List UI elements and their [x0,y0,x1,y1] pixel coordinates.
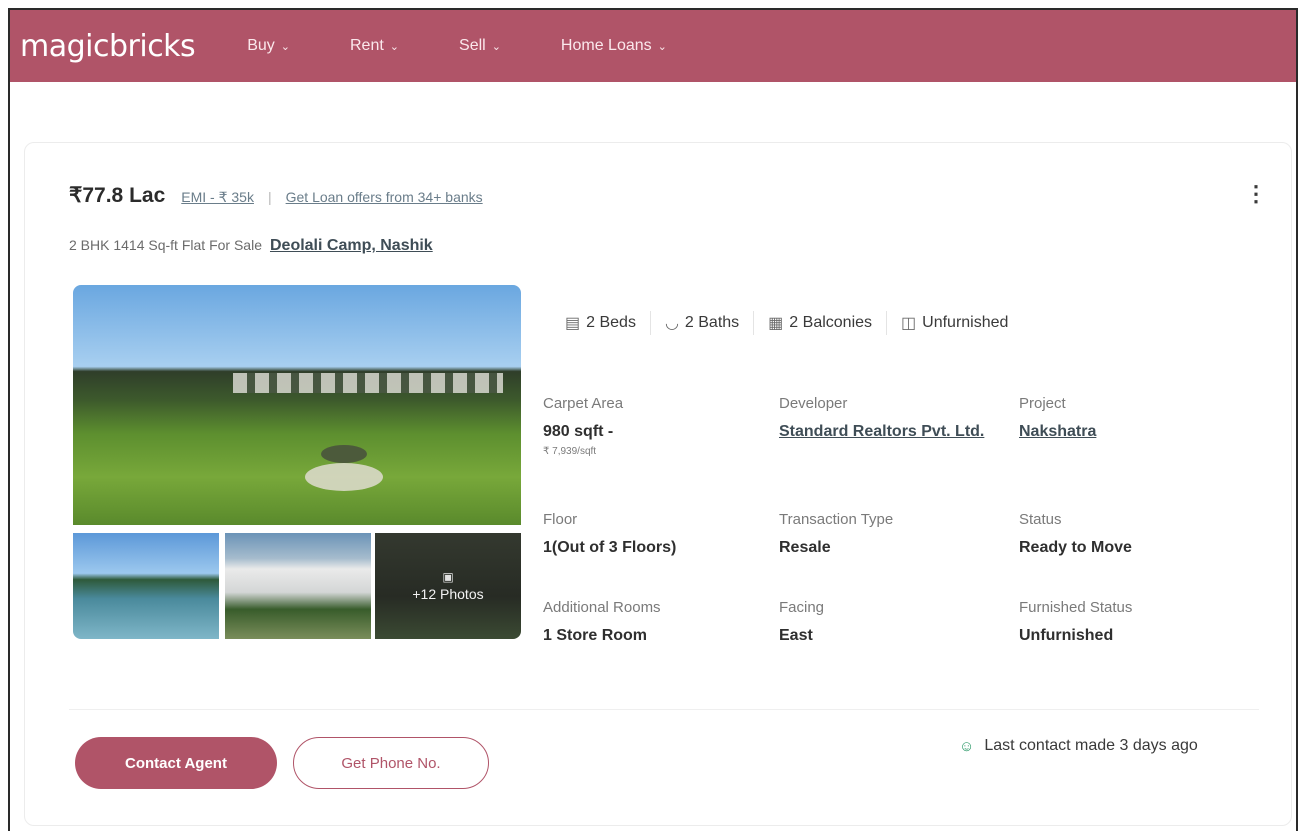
thumbnail-photo[interactable] [225,533,371,639]
amenity-divider [886,311,888,335]
price-per-sqft: ₹ 7,939/sqft [543,446,597,457]
locality-link[interactable]: Deolali Camp, Nashik [270,237,433,255]
detail-carpet-area: Carpet Area 980 sqft - ₹ 7,939/sqft [543,395,773,457]
detail-status: Status Ready to Move [1019,511,1249,560]
chevron-down-icon: ⌄ [389,40,400,53]
bed-icon: ▤ [565,315,581,332]
photo-buildings [233,373,503,393]
detail-facing: Facing East [779,599,1009,648]
developer-link[interactable]: Standard Realtors Pvt. Ltd. [779,420,999,444]
app-frame: magicbricks Buy ⌄ Rent ⌄ Sell ⌄ Home Loa… [8,8,1298,831]
detail-project: Project Nakshatra [1019,395,1249,444]
detail-developer: Developer Standard Realtors Pvt. Ltd. [779,395,1009,444]
detail-label: Floor [543,511,578,528]
detail-label: Facing [779,599,825,616]
user-icon: ☺ [959,737,975,755]
amenity-beds-label: 2 Beds [586,314,636,331]
card-divider [69,709,1259,710]
more-photos-thumbnail[interactable]: ▣ +12 Photos [375,533,521,639]
amenity-baths-label: 2 Baths [684,314,740,331]
photo-garden [305,463,383,491]
detail-label: Developer [779,395,848,412]
project-link[interactable]: Nakshatra [1019,420,1249,444]
magicbricks-logo[interactable]: magicbricks [20,29,196,64]
detail-value: 1(Out of 3 Floors) [543,539,677,556]
thumbnail-photo[interactable] [73,533,219,639]
last-contact-text: Last contact made 3 days ago [984,737,1198,754]
detail-value: Ready to Move [1019,539,1132,556]
amenities-row: ▤ 2 Beds ◡ 2 Baths ▦ 2 Balconies ◫ Unfur… [565,311,1008,335]
detail-label: Status [1019,511,1062,528]
detail-value: East [779,627,813,644]
chevron-down-icon: ⌄ [491,40,501,53]
detail-value: 980 sqft - [543,423,614,440]
detail-value: Resale [779,539,831,556]
amenity-baths: ◡ 2 Baths [665,313,739,333]
detail-label: Carpet Area [543,395,624,412]
loan-offers-link[interactable]: Get Loan offers from 34+ banks [286,189,483,205]
nav-sell-label: Sell [459,37,486,54]
photo-pond [321,445,367,463]
main-nav: Buy ⌄ Rent ⌄ Sell ⌄ Home Loans ⌄ [247,37,727,55]
get-phone-button[interactable]: Get Phone No. [293,737,489,789]
price-row: ₹77.8 Lac EMI - ₹ 35k | Get Loan offers … [69,183,483,208]
detail-additional-rooms: Additional Rooms 1 Store Room [543,599,773,648]
photo-icon: ▣ [442,570,454,584]
detail-furnished-status: Furnished Status Unfurnished [1019,599,1249,648]
detail-value: 1 Store Room [543,627,648,644]
top-navigation-bar: magicbricks Buy ⌄ Rent ⌄ Sell ⌄ Home Loa… [10,10,1296,82]
amenity-beds: ▤ 2 Beds [565,313,636,333]
property-title-row: 2 BHK 1414 Sq-ft Flat For Sale Deolali C… [69,237,433,255]
more-options-icon[interactable]: ⋮ [1245,183,1267,205]
contact-agent-button[interactable]: Contact Agent [75,737,277,789]
detail-label: Transaction Type [779,511,894,528]
chevron-down-icon: ⌄ [280,40,290,53]
chevron-down-icon: ⌄ [657,40,667,53]
amenity-furnishing-label: Unfurnished [922,314,1009,331]
price-separator: | [267,189,272,205]
nav-rent-label: Rent [350,37,384,54]
amenity-divider [753,311,755,335]
last-contact-info: ☺ Last contact made 3 days ago [959,737,1198,755]
detail-label: Project [1019,395,1066,412]
amenity-divider [649,311,651,335]
detail-label: Additional Rooms [543,599,661,616]
balcony-icon: ▦ [768,315,784,332]
bath-icon: ◡ [664,315,679,332]
nav-home-loans-label: Home Loans [560,37,652,54]
detail-transaction-type: Transaction Type Resale [779,511,1009,560]
amenity-balconies-label: 2 Balconies [789,314,873,331]
photo-gallery: ▣ +12 Photos [73,285,523,641]
amenity-furnishing: ◫ Unfurnished [901,313,1008,333]
furniture-icon: ◫ [901,315,917,332]
more-photos-count: +12 Photos [412,586,484,602]
amenity-balconies: ▦ 2 Balconies [768,313,872,333]
nav-buy-label: Buy [247,37,275,54]
nav-sell[interactable]: Sell ⌄ [459,37,501,55]
nav-buy[interactable]: Buy ⌄ [247,37,290,55]
nav-home-loans[interactable]: Home Loans ⌄ [561,37,667,55]
detail-floor: Floor 1(Out of 3 Floors) [543,511,773,560]
property-card: ₹77.8 Lac EMI - ₹ 35k | Get Loan offers … [24,142,1292,826]
emi-link[interactable]: EMI - ₹ 35k [181,189,254,206]
main-property-photo[interactable] [73,285,521,525]
property-price: ₹77.8 Lac [69,184,166,207]
detail-value: Unfurnished [1019,627,1114,644]
detail-label: Furnished Status [1019,599,1133,616]
nav-rent[interactable]: Rent ⌄ [350,37,399,55]
property-title: 2 BHK 1414 Sq-ft Flat For Sale [69,237,262,253]
